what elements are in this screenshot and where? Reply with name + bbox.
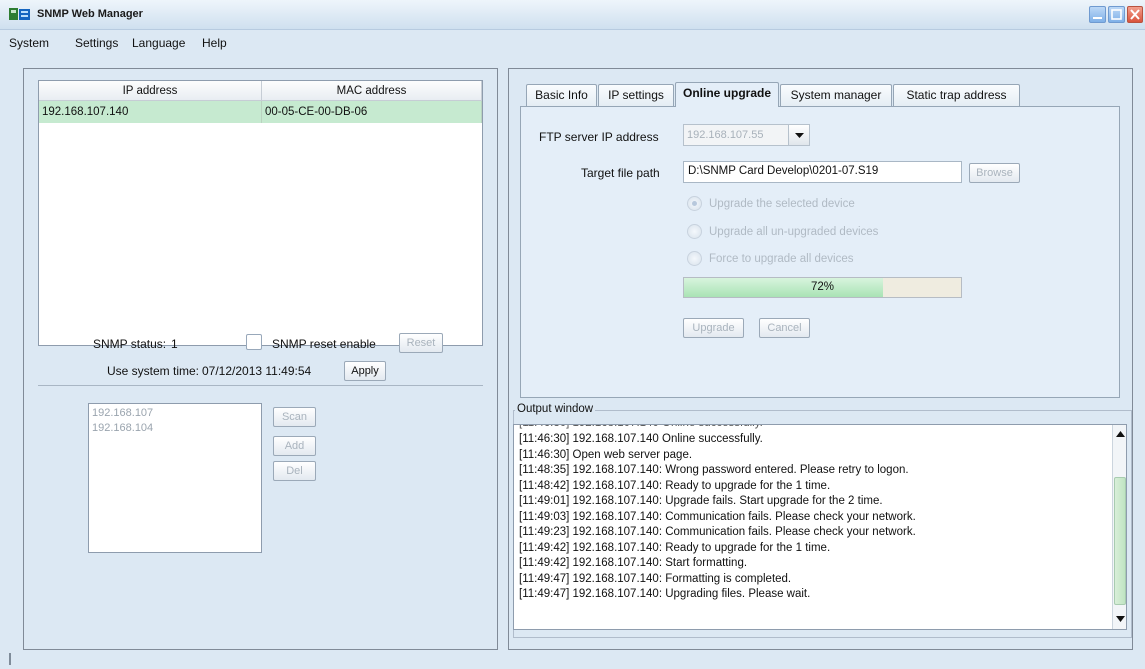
progress-bar: 72% (683, 277, 962, 298)
cell-ip: 192.168.107.140 (39, 100, 262, 123)
menu-help[interactable]: Help (202, 36, 227, 50)
menu-bar: System Settings Language Help (0, 30, 1145, 54)
maximize-button[interactable] (1108, 6, 1125, 23)
window-title: SNMP Web Manager (37, 8, 143, 20)
target-path-input[interactable]: D:\SNMP Card Develop\0201-07.S19 (683, 161, 962, 183)
tab-ip-settings[interactable]: IP settings (598, 84, 674, 106)
cancel-button[interactable]: Cancel (759, 318, 810, 338)
log-line: [11:48:42] 192.168.107.140: Ready to upg… (519, 479, 831, 492)
log-line: [11:49:47] 192.168.107.140: Formatting i… (519, 572, 792, 585)
list-item[interactable]: 192.168.107 (89, 404, 261, 422)
log-line: [11:49:42] 192.168.107.140: Ready to upg… (519, 541, 831, 554)
menu-settings[interactable]: Settings (75, 36, 118, 50)
system-time-value: 07/12/2013 11:49:54 (202, 364, 312, 378)
add-button[interactable]: Add (273, 436, 316, 456)
log-line: [11:46:30] Open web server page. (519, 448, 693, 461)
resize-grip (9, 653, 21, 665)
column-header-ip[interactable]: IP address (39, 81, 262, 101)
snmp-status-value: 1 (171, 337, 178, 351)
tab-static-trap-address[interactable]: Static trap address (893, 84, 1020, 106)
log-line-partial: [11:46:30] 192.168.107.140 Online succes… (519, 425, 763, 429)
device-table: IP address MAC address 192.168.107.140 0… (38, 80, 483, 346)
output-window-label: Output window (515, 403, 596, 415)
close-button[interactable] (1127, 6, 1143, 23)
log-line: [11:49:47] 192.168.107.140: Upgrading fi… (519, 588, 811, 600)
snmp-reset-enable-label: SNMP reset enable (272, 337, 376, 351)
log-line: [11:49:42] 192.168.107.140: Start format… (519, 557, 748, 569)
log-line: [11:49:01] 192.168.107.140: Upgrade fail… (519, 495, 883, 507)
target-path-label: Target file path (581, 166, 660, 180)
ftp-server-select[interactable]: 192.168.107.55 (683, 124, 810, 146)
column-header-mac[interactable]: MAC address (261, 81, 482, 101)
upgrade-button[interactable]: Upgrade (683, 318, 744, 338)
vertical-scrollbar[interactable] (1112, 425, 1126, 629)
table-row[interactable]: 192.168.107.140 00-05-CE-00-DB-06 (39, 100, 482, 123)
snmp-reset-enable-checkbox[interactable] (246, 334, 262, 350)
radio-label: Upgrade the selected device (709, 198, 855, 210)
del-button[interactable]: Del (273, 461, 316, 481)
cell-mac: 00-05-CE-00-DB-06 (261, 100, 482, 123)
apply-button[interactable]: Apply (344, 361, 386, 381)
snmp-status-label: SNMP status: (93, 337, 167, 351)
radio-upgrade-all-unupgraded[interactable] (687, 224, 702, 239)
ftp-server-label: FTP server IP address (539, 130, 659, 144)
radio-label: Force to upgrade all devices (709, 253, 854, 265)
list-item[interactable]: 192.168.104 (89, 422, 261, 434)
tab-online-upgrade[interactable]: Online upgrade (675, 82, 779, 107)
tab-system-manager[interactable]: System manager (780, 84, 892, 106)
log-line: [11:49:03] 192.168.107.140: Communicatio… (519, 510, 916, 523)
separator (38, 385, 483, 386)
scrollbar-thumb[interactable] (1114, 477, 1126, 605)
chevron-down-icon (795, 133, 804, 138)
browse-button[interactable]: Browse (969, 163, 1020, 183)
dropdown-button[interactable] (788, 125, 809, 145)
minimize-button[interactable] (1089, 6, 1106, 23)
progress-text: 72% (810, 281, 835, 293)
title-bar: SNMP Web Manager (0, 0, 1145, 30)
radio-force-upgrade-all[interactable] (687, 251, 702, 266)
radio-label: Upgrade all un-upgraded devices (709, 226, 879, 238)
system-time-label: Use system time: (107, 364, 200, 378)
reset-button[interactable]: Reset (399, 333, 443, 353)
log-line: [11:48:35] 192.168.107.140: Wrong passwo… (519, 464, 909, 476)
scan-list[interactable]: 192.168.107 192.168.104 (88, 403, 262, 553)
arrow-down-icon[interactable] (1115, 614, 1126, 624)
app-icon (9, 7, 31, 22)
log-line: [11:49:23] 192.168.107.140: Communicatio… (519, 526, 916, 538)
scan-button[interactable]: Scan (273, 407, 316, 427)
arrow-up-icon[interactable] (1115, 429, 1126, 439)
tab-content-online-upgrade (520, 106, 1120, 398)
tab-basic-info[interactable]: Basic Info (526, 84, 597, 106)
output-log[interactable]: [11:46:30] 192.168.107.140 Online succes… (513, 424, 1127, 630)
log-line: [11:46:30] 192.168.107.140 Online succes… (519, 433, 763, 445)
menu-language[interactable]: Language (132, 36, 185, 50)
radio-upgrade-selected[interactable] (687, 196, 702, 211)
ftp-server-value: 192.168.107.55 (687, 129, 764, 141)
menu-system[interactable]: System (9, 36, 49, 50)
